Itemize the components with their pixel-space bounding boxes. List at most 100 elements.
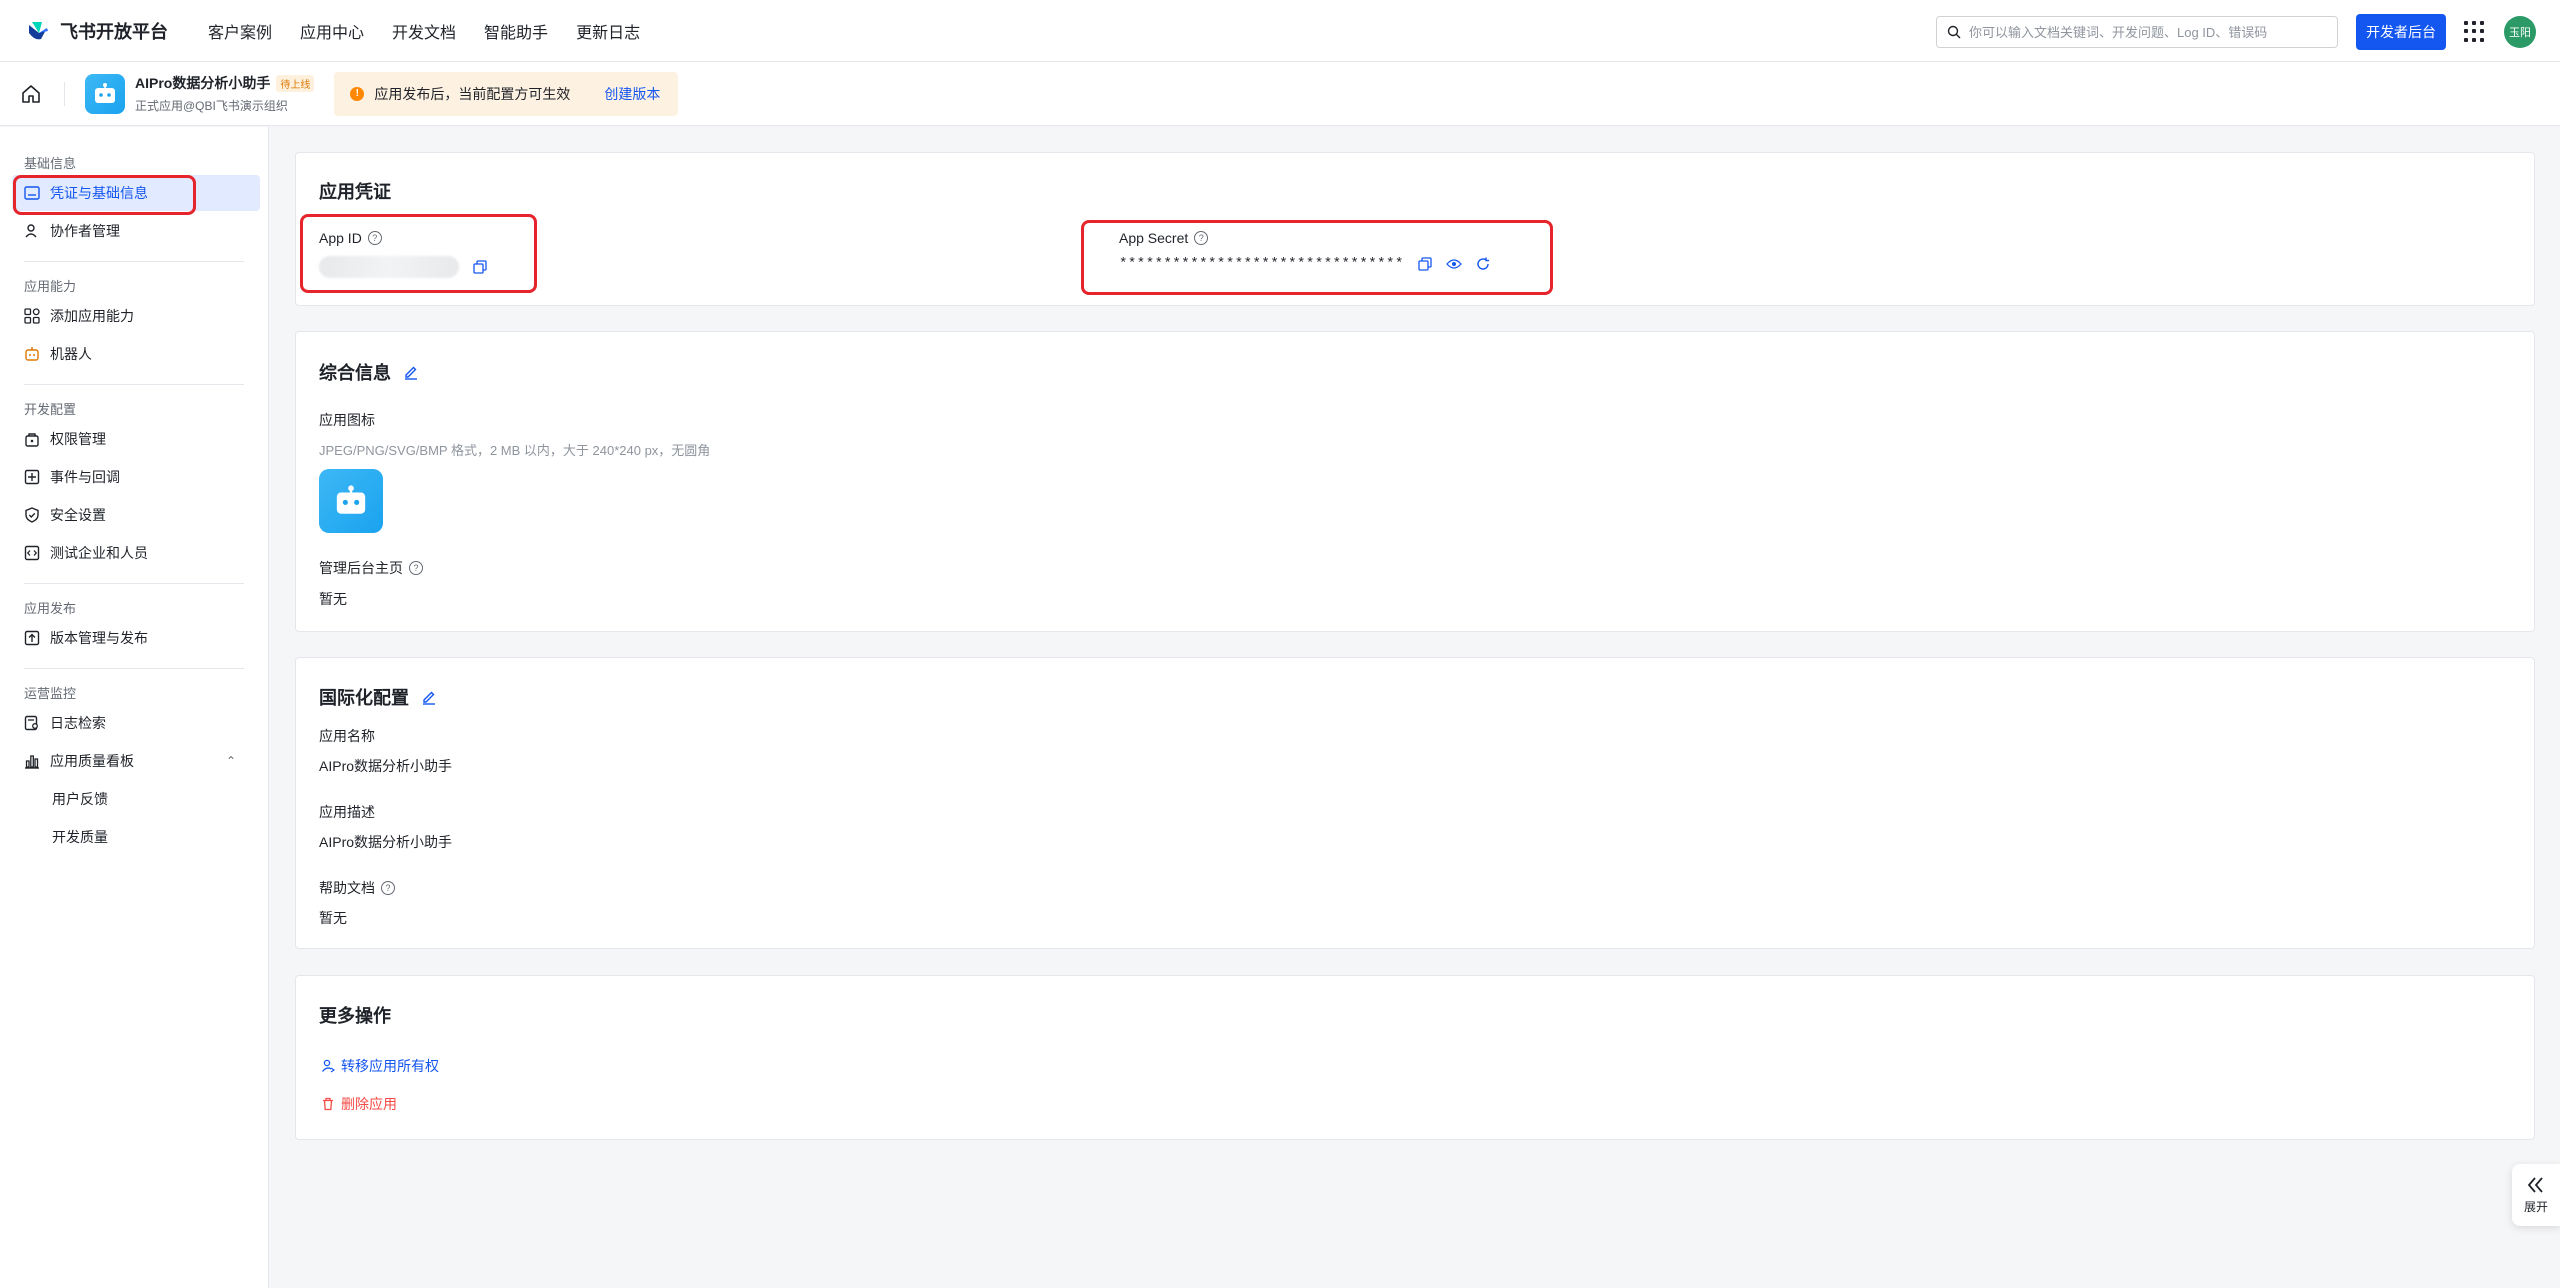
sidebar-item-label: 测试企业和人员 [50,545,148,561]
nav-customer-cases[interactable]: 客户案例 [208,19,272,43]
more-actions-card: 更多操作 转移应用所有权 删除应用 [295,975,2535,1140]
sidebar-item-logs[interactable]: 日志检索 [12,705,260,741]
log-search-icon [24,715,40,731]
create-version-link[interactable]: 创建版本 [604,84,660,104]
divider [24,668,244,669]
trash-icon [323,1097,333,1111]
sidebar-item-label: 日志检索 [50,715,106,731]
app-name-value: AIPro数据分析小助手 [319,758,453,774]
edit-icon[interactable] [403,364,419,380]
copy-icon[interactable] [1418,257,1432,271]
credentials-title: 应用凭证 [319,182,391,202]
main-nav: 客户案例 应用中心 开发文档 智能助手 更新日志 [208,19,640,43]
sidebar-item-label: 权限管理 [50,431,106,447]
sidebar-item-add-ability[interactable]: 添加应用能力 [12,298,260,334]
app-org: 正式应用@QBI飞书演示组织 [135,99,288,113]
bot-icon [24,346,40,362]
sidebar-item-quality[interactable]: 应用质量看板 ⌃ [12,743,260,779]
sidebar-item-bot[interactable]: 机器人 [12,336,260,372]
sidebar-group-ability: 应用能力 [24,279,77,294]
app-desc-value: AIPro数据分析小助手 [319,834,453,850]
sidebar-group-dev: 开发配置 [24,402,77,417]
help-icon[interactable]: ? [1194,231,1209,245]
help-doc-value: 暂无 [319,910,347,926]
nav-ai-assistant[interactable]: 智能助手 [484,19,548,43]
nav-changelog[interactable]: 更新日志 [576,19,640,43]
grid-add-icon [24,308,40,324]
divider [24,384,244,385]
sidebar-item-label: 安全设置 [50,507,106,523]
app-desc-label: 应用描述 [319,804,375,820]
expand-label: 展开 [2523,1199,2548,1214]
sidebar-item-label: 版本管理与发布 [50,630,148,646]
dev-console-button[interactable]: 开发者后台 [2356,14,2446,50]
nav-right: 开发者后台 玉阳 [1936,14,2536,50]
refresh-icon[interactable] [1476,257,1490,271]
app-icon [85,73,125,114]
divider [64,81,65,106]
search-input[interactable] [1969,24,2327,40]
expand-panel-button[interactable]: 展开 [2512,1164,2560,1226]
publish-notice: ! 应用发布后，当前配置方可生效 创建版本 [334,71,679,116]
code-icon [24,545,40,561]
credentials-card: 应用凭证 App ID? App Secret? ***************… [295,152,2535,306]
divider [24,583,244,584]
sidebar-item-events[interactable]: 事件与回调 [12,459,260,495]
user-icon [24,223,40,239]
sidebar-item-label: 凭证与基础信息 [50,185,148,201]
delete-app-link[interactable]: 删除应用 [321,1094,397,1114]
sidebar-item-security[interactable]: 安全设置 [12,497,260,533]
general-info-header: 综合信息 [319,359,419,385]
robot-icon [95,82,115,103]
brand-name: 飞书开放平台 [60,21,168,42]
app-icon-preview[interactable] [319,469,383,533]
upload-icon [24,630,40,646]
nav-dev-docs[interactable]: 开发文档 [392,19,456,43]
help-icon[interactable]: ? [409,561,423,575]
sidebar-item-versions[interactable]: 版本管理与发布 [12,620,260,656]
sidebar-item-label: 协作者管理 [50,223,120,239]
robot-icon [336,485,366,514]
search-box[interactable] [1936,16,2338,48]
app-secret-field: App Secret? ****************************… [1119,230,1490,272]
brand[interactable]: 飞书开放平台 [26,18,168,44]
divider [24,261,244,262]
double-chevron-left-icon [2527,1176,2543,1193]
eye-icon[interactable] [1445,258,1462,270]
help-icon[interactable]: ? [367,231,382,245]
nav-app-center[interactable]: 应用中心 [300,19,364,43]
top-navbar: 飞书开放平台 客户案例 应用中心 开发文档 智能助手 更新日志 开发者后台 玉阳 [0,0,2560,62]
i18n-card: 国际化配置 应用名称 AIPro数据分析小助手 应用描述 AIPro数据分析小助… [295,657,2535,949]
admin-home-label: 管理后台主页 [319,560,403,576]
notice-text: 应用发布后，当前配置方可生效 [374,85,571,102]
general-info-card: 综合信息 应用图标 JPEG/PNG/SVG/BMP 格式，2 MB 以内，大于… [295,331,2535,632]
sidebar-item-feedback[interactable]: 用户反馈 [0,781,268,817]
edit-icon[interactable] [421,689,437,705]
user-avatar[interactable]: 玉阳 [2504,16,2536,48]
sidebar-item-label: 事件与回调 [50,469,120,485]
copy-icon[interactable] [473,260,487,274]
sidebar-item-credentials[interactable]: 凭证与基础信息 [12,175,260,211]
chevron-up-icon[interactable]: ⌃ [226,754,236,768]
credential-icon [24,185,40,201]
general-info-title: 综合信息 [319,363,391,383]
transfer-user-icon [321,1059,335,1073]
sidebar-item-dev-quality[interactable]: 开发质量 [0,819,268,855]
search-icon [1947,25,1961,39]
status-badge: 待上线 [276,74,315,92]
sidebar-group-release: 应用发布 [24,601,77,616]
app-grid-icon[interactable] [2464,21,2486,43]
admin-home-field: 管理后台主页? [319,558,423,578]
i18n-header: 国际化配置 [319,684,437,710]
app-name-label: 应用名称 [319,728,375,744]
app-icon-label: 应用图标 [319,412,375,428]
transfer-ownership-link[interactable]: 转移应用所有权 [321,1056,439,1076]
sidebar: 基础信息 凭证与基础信息 协作者管理 应用能力 添加应用能力 机器人 开发配置 … [0,127,269,1288]
app-info: AIPro数据分析小助手 待上线 正式应用@QBI飞书演示组织 [135,73,315,114]
sidebar-item-collaborators[interactable]: 协作者管理 [12,213,260,249]
app-secret-value: ******************************** [1119,256,1404,272]
sidebar-item-permissions[interactable]: 权限管理 [12,421,260,457]
sidebar-item-test-org[interactable]: 测试企业和人员 [12,535,260,571]
help-icon[interactable]: ? [381,881,395,895]
home-icon[interactable] [20,83,42,105]
